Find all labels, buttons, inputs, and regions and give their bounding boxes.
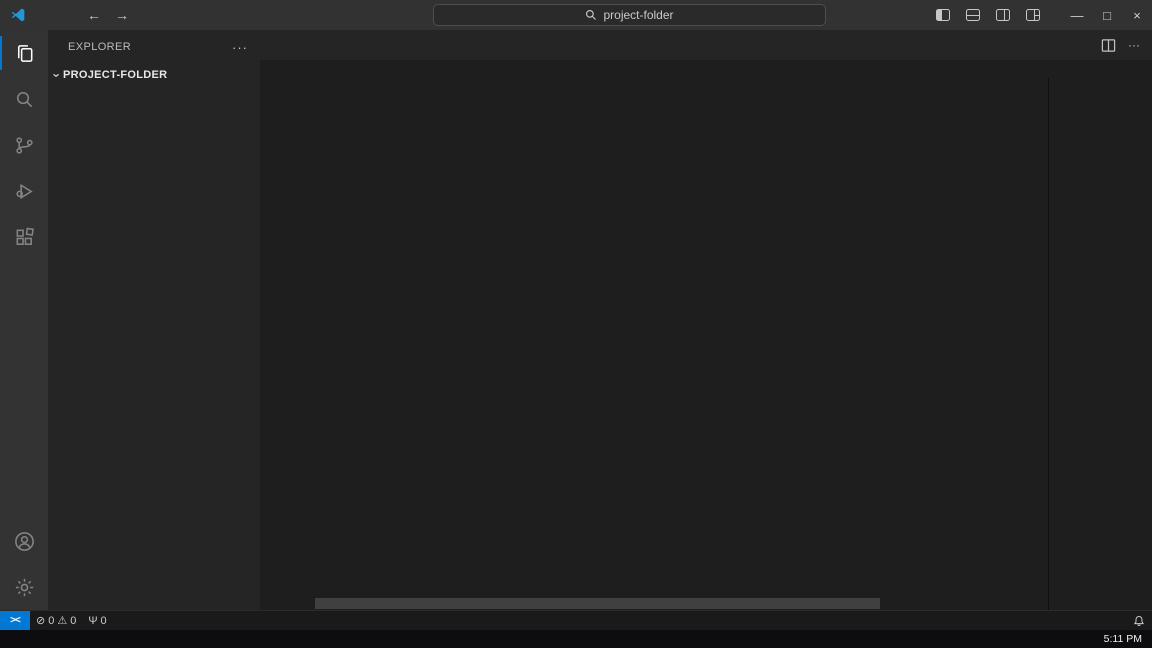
activity-run-debug-icon[interactable] <box>0 168 48 214</box>
explorer-sidebar: EXPLORER ··· › PROJECT-FOLDER <box>48 30 260 610</box>
minimize-button[interactable]: — <box>1062 0 1092 30</box>
history-nav: ← → <box>87 7 129 23</box>
layout-controls <box>936 9 1040 21</box>
system-tray <box>1096 630 1104 648</box>
explorer-header: EXPLORER ··· <box>48 30 260 64</box>
customize-layout-icon[interactable] <box>1026 9 1040 21</box>
warning-icon: ⚠ <box>57 615 68 627</box>
remote-icon: >< <box>10 615 21 626</box>
search-icon <box>586 10 597 20</box>
problems-indicator[interactable]: ⊘ 0 ⚠ 0 <box>30 611 82 630</box>
activity-search-icon[interactable] <box>0 76 48 122</box>
horizontal-scrollbar[interactable] <box>315 598 880 609</box>
ports-indicator[interactable]: Ψ 0 <box>82 611 112 630</box>
split-editor-icon[interactable] <box>1101 38 1116 53</box>
notifications-bell-icon[interactable] <box>1132 611 1152 630</box>
error-icon: ⊘ <box>36 615 46 627</box>
back-icon[interactable]: ← <box>87 7 101 23</box>
activity-explorer-icon[interactable] <box>0 30 48 76</box>
title-bar: ← → project-folder — □ × <box>0 0 1152 30</box>
root-folder-label: PROJECT-FOLDER <box>63 69 168 81</box>
breadcrumb <box>260 60 1152 78</box>
toggle-panel-icon[interactable] <box>966 9 980 21</box>
vscode-window: ← → project-folder — □ × EXPLORER ··· › … <box>0 0 1152 648</box>
explorer-more-actions-icon[interactable]: ··· <box>232 40 248 55</box>
close-button[interactable]: × <box>1122 0 1152 30</box>
status-bar: >< ⊘ 0 ⚠ 0 Ψ 0 <box>0 610 1152 630</box>
forward-icon[interactable]: → <box>115 7 129 23</box>
settings-gear-icon[interactable] <box>0 564 48 610</box>
accounts-icon[interactable] <box>0 518 48 564</box>
search-text: project-folder <box>603 8 674 22</box>
toggle-sidebar-icon[interactable] <box>936 9 950 21</box>
taskbar-clock[interactable]: 5:11 PM <box>1104 633 1152 645</box>
minimap[interactable] <box>1048 78 1152 610</box>
tab-bar: ··· <box>260 30 1152 60</box>
remote-indicator[interactable]: >< <box>0 611 30 630</box>
editor-group: ··· <box>260 30 1152 610</box>
window-controls: — □ × <box>936 0 1152 30</box>
editor-more-actions-icon[interactable]: ··· <box>1128 38 1140 52</box>
ports-count: 0 <box>100 614 107 627</box>
error-count: 0 <box>48 614 55 627</box>
windows-taskbar: 5:11 PM <box>0 630 1152 648</box>
code-editor[interactable] <box>260 78 1152 610</box>
explorer-title: EXPLORER <box>68 41 132 53</box>
toggle-secondary-sidebar-icon[interactable] <box>996 9 1010 21</box>
activity-bar <box>0 30 48 610</box>
editor-actions: ··· <box>1101 30 1152 60</box>
chevron-down-icon: › <box>49 72 65 78</box>
warning-count: 0 <box>70 614 77 627</box>
activity-extensions-icon[interactable] <box>0 214 48 260</box>
tree-root-project-folder[interactable]: › PROJECT-FOLDER <box>48 64 260 86</box>
command-center-search[interactable]: project-folder <box>433 4 826 26</box>
activity-source-control-icon[interactable] <box>0 122 48 168</box>
maximize-button[interactable]: □ <box>1092 0 1122 30</box>
vscode-logo-icon <box>11 8 25 22</box>
broadcast-icon: Ψ <box>88 614 98 627</box>
